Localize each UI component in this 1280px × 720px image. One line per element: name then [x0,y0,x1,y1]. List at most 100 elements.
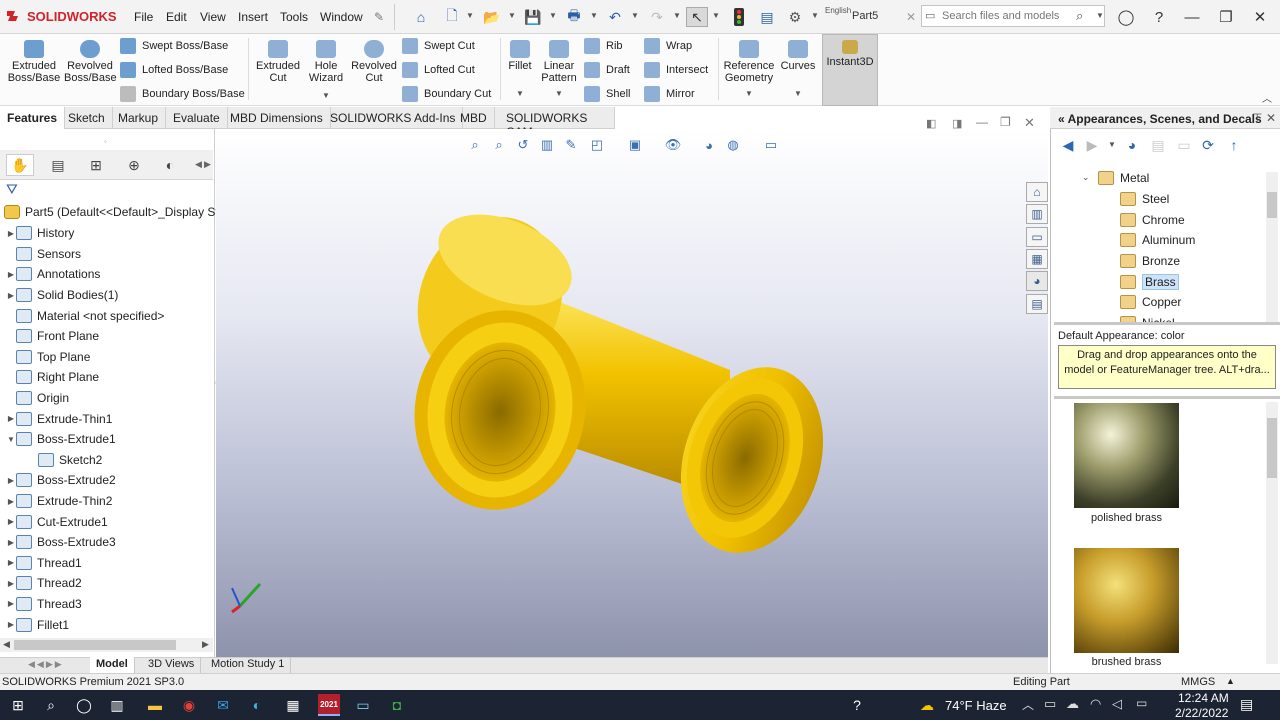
apply-scene-icon[interactable]: ◍ [722,136,744,154]
zoom-to-area-icon[interactable]: ⌕ [488,136,510,154]
expand-icon[interactable]: ▶ [6,620,16,629]
pin-icon[interactable]: ✎ [374,10,384,24]
wrap-button[interactable]: Wrap [644,36,692,56]
minimize-window-button[interactable]: — [1180,6,1204,28]
linear-pattern-button[interactable]: Linear Pattern ▼ [538,40,580,100]
file-properties-icon[interactable]: ▤ [756,7,778,27]
swatch-polished-brass[interactable] [1074,403,1179,508]
tree-item[interactable]: ▶ Thread1 [6,553,213,574]
tree-item[interactable]: Top Plane [6,347,213,368]
collapse-icon[interactable]: ▼ [6,435,16,444]
expand-icon[interactable]: ▶ [6,538,16,547]
user-account-icon[interactable]: ◯ [1114,6,1138,28]
boundary-boss-button[interactable]: Boundary Boss/Base [120,84,245,104]
tray-chevron-icon[interactable]: ︿ [1022,696,1034,713]
back-icon[interactable]: ◀ [1058,135,1078,155]
tab-solidworks-addins[interactable]: SOLIDWORKS Add-Ins [323,107,464,129]
weather-text[interactable]: 74°F Haze [945,698,1007,713]
expand-icon[interactable]: ▶ [6,229,16,238]
expand-icon[interactable]: ▶ [6,599,16,608]
splitter-handle[interactable]: ◦ [104,137,107,146]
fillet-button[interactable]: Fillet ▼ [504,40,536,100]
volume-icon[interactable]: ◁ [1112,696,1122,712]
chevron-down-icon[interactable]: ▼ [466,11,474,20]
zoom-to-fit-icon[interactable]: ⌕ [464,136,486,154]
tree-item[interactable]: ▶ Boss-Extrude3 [6,532,213,553]
extruded-cut-button[interactable]: Extruded Cut [254,40,302,84]
hide-show-items-icon[interactable]: 👁 [662,136,684,154]
view-orientation-icon[interactable]: ◰ [586,136,608,154]
clock-time[interactable]: 12:24 AM [1178,691,1229,705]
folder-bronze[interactable]: Bronze [1120,251,1260,272]
add-library-icon[interactable]: ▤ [1148,135,1168,155]
notepad-icon[interactable]: ▭ [352,694,374,716]
curves-button[interactable]: Curves ▼ [780,40,816,100]
intersect-button[interactable]: Intersect [644,60,708,80]
expand-icon[interactable]: ▶ [6,558,16,567]
reference-geometry-button[interactable]: Reference Geometry ▼ [722,40,776,100]
property-manager-tab-icon[interactable]: ▤ [44,154,72,176]
folder-brass[interactable]: Brass [1120,271,1260,292]
hole-wizard-button[interactable]: Hole Wizard ▼ [304,40,348,102]
expand-icon[interactable]: ▶ [6,291,16,300]
chevron-left-icon[interactable]: « [1058,112,1065,126]
chevron-down-icon[interactable]: ▼ [508,11,516,20]
viewport-tile-icon[interactable]: ◨ [952,117,962,130]
viewport-close-button[interactable]: ✕ [1024,115,1035,131]
collapse-ribbon-icon[interactable]: ︿ [1262,90,1272,105]
tab-motion-study[interactable]: Motion Study 1 [205,657,292,673]
viewport-tile-icon[interactable]: ◧ [926,117,936,130]
mail-icon[interactable]: ✉ [212,694,234,716]
folder-metal[interactable]: Metal [1098,168,1149,189]
expand-icon[interactable]: ▶ [6,414,16,423]
chevron-down-icon[interactable]: ▼ [722,88,776,100]
chevron-down-icon[interactable]: ▼ [712,11,720,20]
tab-markup[interactable]: Markup [111,107,167,129]
viewport-restore-button[interactable]: ❐ [1000,115,1011,129]
display-style-icon[interactable]: ▣ [624,136,646,154]
scroll-left-icon[interactable]: ◀ [3,639,10,650]
folder-aluminum[interactable]: Aluminum [1120,230,1260,251]
chevron-down-icon[interactable]: ▼ [631,11,639,20]
rebuild-traffic-light-icon[interactable] [728,7,750,27]
tree-item[interactable]: ▶ Boss-Extrude2 [6,470,213,491]
collapse-icon[interactable]: ⌄ [1082,172,1090,183]
close-doc-icon[interactable]: ✕ [900,7,922,27]
tree-item[interactable]: ▶ Fillet1 [6,614,213,635]
swatch-brushed-brass[interactable] [1074,548,1179,653]
revolved-cut-button[interactable]: Revolved Cut [350,40,398,84]
configuration-manager-tab-icon[interactable]: ⊞ [82,154,110,176]
open-folder-icon[interactable]: 📂 [481,7,503,27]
pin-icon[interactable]: ⊤ [1252,111,1262,125]
custom-properties-icon[interactable]: ▤ [1026,294,1048,314]
chevron-down-icon[interactable]: ▼ [1096,11,1104,20]
forward-icon[interactable]: ▶ [1082,135,1102,155]
swept-cut-button[interactable]: Swept Cut [402,36,475,56]
chevron-down-icon[interactable]: ▼ [549,11,557,20]
tree-item[interactable]: ▶ Thread2 [6,573,213,594]
refresh-icon[interactable]: ⟳ [1198,135,1218,155]
feature-manager-tab-icon[interactable]: ✋ [6,154,34,176]
help-icon[interactable]: ? [1147,6,1171,28]
tree-item[interactable]: Origin [6,388,213,409]
dimxpert-tab-icon[interactable]: ⊕ [120,154,148,176]
folder-chrome[interactable]: Chrome [1120,210,1260,231]
display-manager-tab-icon[interactable]: ◐ [156,154,184,176]
scrollbar-thumb[interactable] [1267,418,1277,478]
home-icon[interactable]: ⌂ [410,7,432,27]
up-one-level-icon[interactable]: ↑ [1224,135,1244,155]
chevron-down-icon[interactable]: ▼ [1108,140,1116,149]
camtasia-icon[interactable]: ◘ [386,694,408,716]
viewport-minimize-button[interactable]: — [976,115,988,129]
tab-scroll-arrows[interactable]: ◀◀▶▶ [28,659,64,670]
view-palette-home-icon[interactable]: ⌂ [1026,182,1048,202]
close-window-button[interactable]: ✕ [1248,6,1272,28]
windows-start-icon[interactable]: ⊞ [7,694,29,716]
menu-insert[interactable]: Insert [238,10,268,24]
restore-window-button[interactable]: ❐ [1214,6,1238,28]
section-view-icon[interactable]: ▥ [536,136,558,154]
shell-button[interactable]: Shell [584,84,630,104]
new-document-icon[interactable]: 🗋 [441,7,463,27]
tree-item[interactable]: ▶ Solid Bodies(1) [6,285,213,306]
tree-item[interactable]: ▶ Extrude-Thin2 [6,491,213,512]
